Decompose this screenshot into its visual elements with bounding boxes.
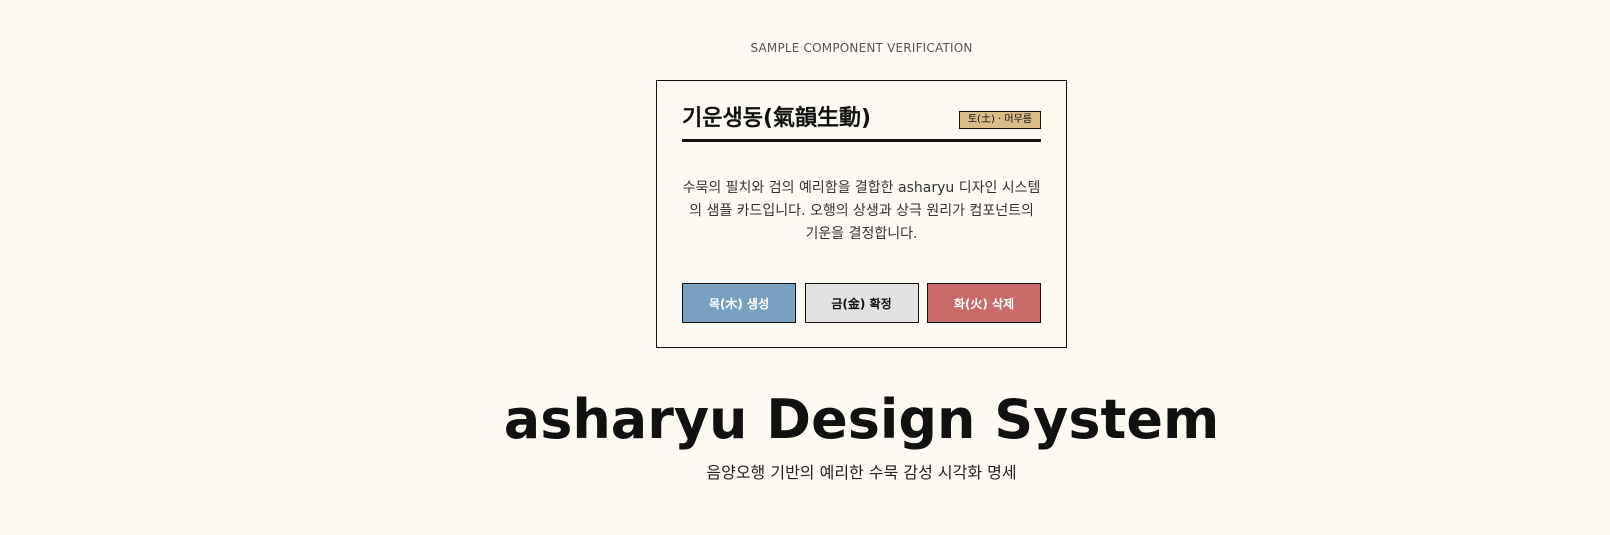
page-title: asharyu Design System bbox=[503, 388, 1220, 451]
page-subtitle: 음양오행 기반의 예리한 수묵 감성 시각화 명세 bbox=[706, 463, 1017, 482]
wood-create-button[interactable]: 목(木) 생성 bbox=[682, 283, 796, 323]
sample-card: 기운생동(氣韻生動) 토(土) · 머무름 수묵의 필치와 검의 예리함을 결합… bbox=[656, 80, 1067, 348]
card-description: 수묵의 필치와 검의 예리함을 결합한 asharyu 디자인 시스템의 샘플 … bbox=[682, 180, 1041, 242]
card-actions: 목(木) 생성 금(金) 확정 화(火) 삭제 bbox=[682, 283, 1041, 323]
card-title: 기운생동(氣韻生動) bbox=[682, 106, 872, 131]
card-title-divider bbox=[682, 139, 1041, 142]
section-eyebrow: SAMPLE COMPONENT VERIFICATION bbox=[750, 41, 973, 55]
element-tag-badge: 토(土) · 머무름 bbox=[958, 111, 1041, 129]
metal-confirm-button[interactable]: 금(金) 확정 bbox=[804, 283, 919, 323]
fire-delete-button[interactable]: 화(火) 삭제 bbox=[927, 283, 1041, 323]
